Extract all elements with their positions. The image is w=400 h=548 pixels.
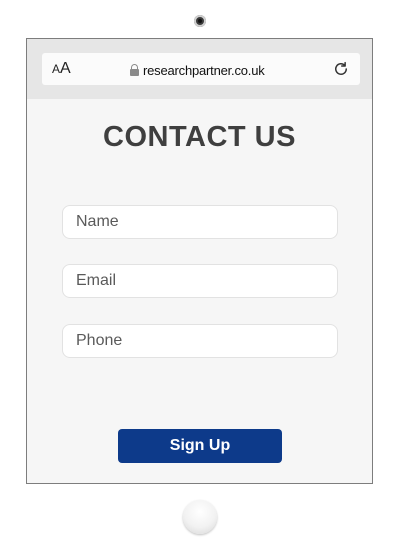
url-text: researchpartner.co.uk bbox=[143, 62, 265, 78]
page-title: CONTACT US bbox=[103, 121, 296, 153]
front-camera bbox=[194, 15, 206, 27]
text-size-large-glyph: A bbox=[60, 60, 71, 77]
home-button[interactable] bbox=[183, 500, 217, 534]
phone-field[interactable] bbox=[62, 324, 338, 358]
text-size-small-glyph: A bbox=[52, 62, 61, 76]
browser-toolbar: AA researchpartner.co.uk bbox=[27, 39, 372, 99]
lock-icon bbox=[130, 64, 139, 76]
reload-icon[interactable] bbox=[332, 60, 350, 78]
tablet-screen: AA researchpartner.co.uk CONTACT US Sign… bbox=[26, 38, 373, 484]
address-bar[interactable]: AA researchpartner.co.uk bbox=[42, 53, 360, 85]
sign-up-button[interactable]: Sign Up bbox=[118, 429, 282, 463]
name-field[interactable] bbox=[62, 205, 338, 239]
text-size-button[interactable]: AA bbox=[52, 60, 71, 78]
email-field[interactable] bbox=[62, 264, 338, 298]
tablet-device: AA researchpartner.co.uk CONTACT US Sign… bbox=[0, 0, 400, 548]
url-display[interactable]: researchpartner.co.uk bbox=[130, 61, 265, 79]
